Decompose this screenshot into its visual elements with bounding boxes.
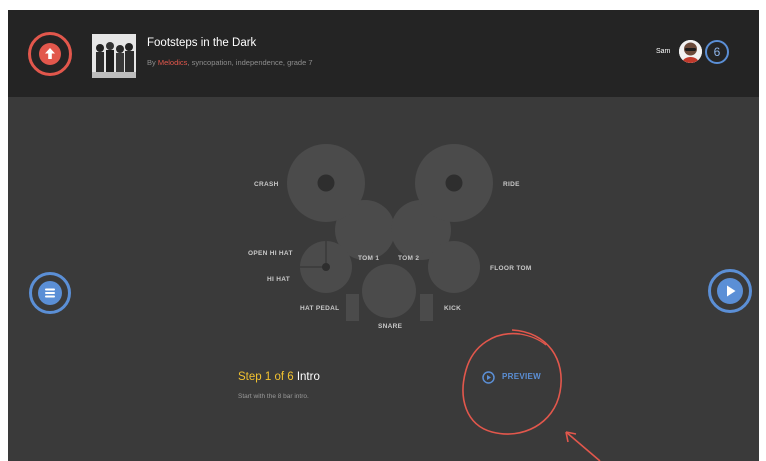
menu-button[interactable]	[29, 272, 71, 314]
tom1-label: TOM 1	[358, 255, 379, 262]
hat-pedal[interactable]	[346, 294, 359, 321]
ride-bell	[445, 174, 463, 192]
tom2-label: TOM 2	[398, 255, 419, 262]
hi-hat-label: HI HAT	[267, 276, 290, 283]
ride-label: RIDE	[503, 181, 520, 188]
snare-label: SNARE	[378, 323, 403, 330]
hi-hat-center	[322, 263, 330, 271]
crash-label: CRASH	[254, 181, 279, 188]
step-title: Step 1 of 6 Intro	[238, 371, 320, 383]
drum-kit: CRASH RIDE OPEN HI HAT HI HAT TOM 1 TOM …	[248, 144, 532, 330]
hat-pedal-label: HAT PEDAL	[300, 305, 339, 312]
kick-label: KICK	[444, 305, 461, 312]
open-hi-hat-label: OPEN HI HAT	[248, 250, 293, 257]
play-button[interactable]	[708, 269, 752, 313]
crash-bell	[317, 174, 335, 192]
step-counter: Step 1 of 6	[238, 371, 294, 383]
preview-label: PREVIEW	[502, 372, 541, 381]
step-name: Intro	[296, 371, 320, 383]
snare-pad[interactable]	[362, 264, 416, 318]
kick-pedal[interactable]	[420, 294, 433, 321]
floor-tom-pad[interactable]	[428, 241, 480, 293]
step-description: Start with the 8 bar intro.	[238, 393, 309, 400]
play-circle-icon	[482, 371, 495, 384]
lesson-screen: Footsteps in the Dark By Melodics, synco…	[8, 10, 759, 461]
menu-icon	[38, 281, 62, 305]
play-icon	[717, 278, 743, 304]
floor-tom-label: FLOOR TOM	[490, 265, 532, 272]
